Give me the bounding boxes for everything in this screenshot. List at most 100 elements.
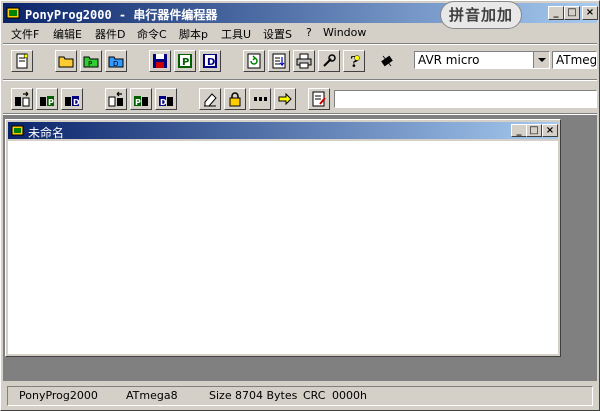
write-all-icon (108, 91, 123, 107)
svg-text:P: P (182, 57, 189, 68)
device-model-select[interactable]: ATmega8 (552, 51, 597, 69)
lock-icon (229, 92, 241, 107)
status-crc-label: CRC (303, 389, 326, 402)
save-data-icon: D (203, 54, 217, 68)
wrench-icon (323, 54, 336, 67)
app-icon (6, 7, 20, 19)
config-bits-button[interactable] (249, 88, 271, 110)
window-title: PonyProg2000 - 串行器件编程器 (25, 8, 218, 22)
read-data-button[interactable]: D (61, 88, 83, 110)
svg-text:P: P (48, 98, 54, 107)
open-folder-icon (58, 56, 74, 68)
note-icon (312, 91, 326, 107)
read-program-button[interactable]: P (36, 88, 58, 110)
new-button[interactable] (11, 50, 33, 72)
write-data-icon: D (159, 96, 173, 107)
read-program-icon: P (40, 96, 54, 107)
read-all-button[interactable] (11, 88, 33, 110)
save-program-icon: P (178, 54, 192, 68)
menu-window[interactable]: Window (323, 26, 366, 39)
menu-help[interactable]: ? (306, 26, 312, 39)
ime-indicator[interactable]: 拼音加加 (441, 2, 521, 28)
svg-text:P: P (88, 60, 92, 68)
setup-button[interactable] (318, 50, 340, 72)
open-program-button[interactable]: P (80, 50, 102, 72)
open-data-button[interactable]: D (105, 50, 127, 72)
svg-text:D: D (160, 98, 167, 107)
minimize-button[interactable]: _ (548, 6, 564, 20)
document-close-button[interactable]: × (542, 124, 558, 137)
open-program-folder-icon: P (83, 56, 99, 68)
help-button[interactable]: ? (343, 50, 365, 72)
erase-button[interactable] (199, 88, 221, 110)
read-all-icon (15, 91, 30, 107)
menu-tools[interactable]: 工具U (221, 26, 251, 42)
menu-divider (3, 43, 597, 45)
toolbar-divider (3, 79, 597, 81)
security-bits-button[interactable] (224, 88, 246, 110)
reload-button[interactable] (243, 50, 265, 72)
svg-text:P: P (135, 98, 141, 107)
edit-buffer-icon (272, 53, 286, 69)
status-bar: PonyProg2000 ATmega8 Size 8704 Bytes CRC… (3, 384, 597, 408)
note-input[interactable] (334, 90, 597, 108)
close-icon: × (585, 7, 595, 18)
eraser-icon (204, 93, 217, 107)
write-all-button[interactable] (105, 88, 127, 110)
save-button[interactable] (149, 50, 171, 72)
status-size-value: 8704 Bytes (235, 389, 298, 402)
svg-text:D: D (113, 60, 118, 68)
device-model-value: ATmega8 (556, 53, 597, 67)
write-program-icon: P (134, 96, 148, 107)
chevron-down-icon[interactable] (533, 52, 549, 68)
status-size-label: Size (209, 389, 232, 402)
read-data-icon: D (65, 96, 80, 107)
document-title-bar[interactable]: 未命名 _ □ × (8, 122, 558, 140)
printer-icon (296, 53, 312, 69)
document-maximize-button[interactable]: □ (526, 124, 542, 137)
new-document-icon (16, 53, 29, 69)
chip-icon (381, 55, 393, 67)
device-family-select[interactable]: AVR micro (414, 51, 550, 69)
reload-icon (247, 53, 261, 69)
status-app: PonyProg2000 (19, 389, 98, 402)
svg-text:D: D (73, 98, 80, 107)
document-window: 未命名 _ □ × (5, 119, 561, 357)
document-title: 未命名 (28, 126, 65, 140)
save-data-button[interactable]: D (199, 50, 221, 72)
next-button[interactable] (274, 88, 296, 110)
minimize-icon: _ (516, 125, 522, 136)
menu-script[interactable]: 脚本p (179, 26, 208, 42)
open-button[interactable] (55, 50, 77, 72)
arrow-right-icon (278, 92, 292, 106)
menu-edit[interactable]: 编辑E (53, 26, 82, 42)
open-data-folder-icon: D (108, 56, 124, 68)
menu-command[interactable]: 命令C (137, 26, 167, 42)
maximize-button[interactable]: □ (564, 6, 580, 20)
status-device: ATmega8 (126, 389, 178, 402)
save-disk-icon (153, 54, 167, 68)
edit-buffer-button[interactable] (268, 50, 290, 72)
device-family-value: AVR micro (418, 53, 480, 67)
help-icon: ? (350, 53, 360, 69)
maximize-icon: □ (529, 125, 539, 136)
svg-text:D: D (207, 57, 215, 68)
main-window: PonyProg2000 - 串行器件编程器 _ □ × 拼音加加 文件F 编辑… (0, 0, 600, 411)
write-program-button[interactable]: P (130, 88, 152, 110)
document-icon (11, 125, 24, 136)
print-button[interactable] (293, 50, 315, 72)
status-crc-value: 0000h (332, 389, 367, 402)
close-button[interactable]: × (582, 6, 598, 20)
write-data-button[interactable]: D (155, 88, 177, 110)
menu-file[interactable]: 文件F (11, 26, 39, 42)
minimize-icon: _ (553, 7, 559, 18)
maximize-icon: □ (567, 7, 577, 18)
document-minimize-button[interactable]: _ (511, 124, 527, 137)
bits-icon (254, 97, 267, 101)
save-program-button[interactable]: P (174, 50, 196, 72)
document-content[interactable] (8, 141, 558, 354)
close-icon: × (545, 125, 555, 136)
menu-settings[interactable]: 设置S (263, 26, 292, 42)
menu-device[interactable]: 器件D (95, 26, 125, 42)
edit-note-button[interactable] (308, 88, 330, 110)
